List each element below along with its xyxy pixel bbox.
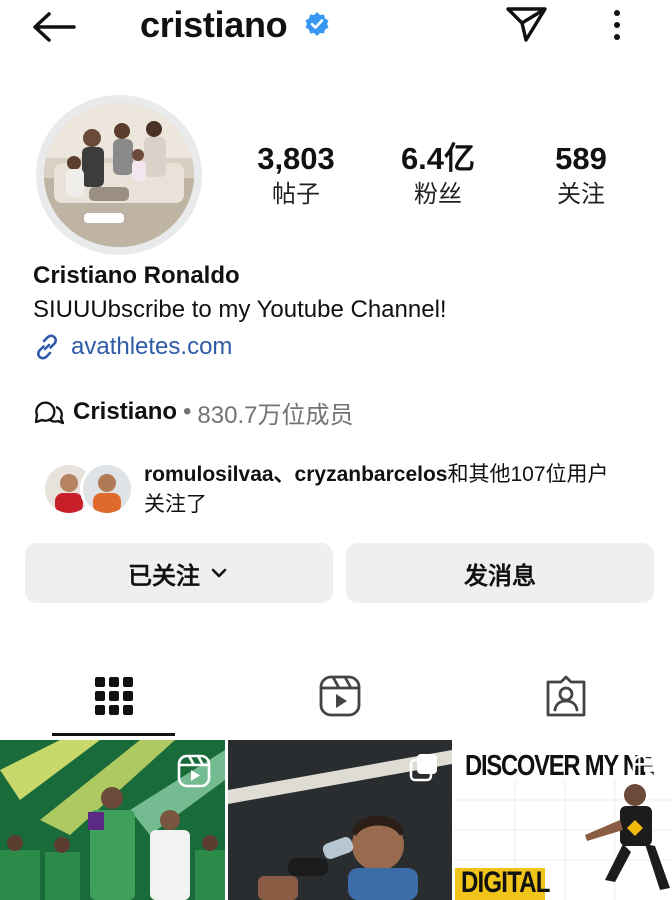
link-icon xyxy=(37,334,57,360)
carousel-badge-icon xyxy=(409,754,437,782)
followed-by-users: romulosilvaa、cryzanbarcelos xyxy=(144,463,448,486)
followed-by-line2: 关注了 xyxy=(144,493,207,516)
tab-posts[interactable] xyxy=(52,656,175,736)
stat-following[interactable]: 589 关注 xyxy=(511,140,651,212)
stat-posts-value: 3,803 xyxy=(257,141,335,176)
top-bar: cristiano xyxy=(0,0,672,60)
mutual-follower-avatars[interactable] xyxy=(42,462,134,516)
tab-reels[interactable] xyxy=(278,656,401,736)
stat-posts-label: 帖子 xyxy=(272,181,320,208)
profile-link[interactable]: avathletes.com xyxy=(33,330,232,364)
channel-name: Cristiano xyxy=(73,398,178,425)
message-button-label: 发消息 xyxy=(464,562,536,590)
tab-tagged[interactable] xyxy=(504,656,627,736)
send-message-icon[interactable] xyxy=(503,4,549,44)
stat-followers-label: 粉丝 xyxy=(414,181,462,208)
more-options-icon[interactable] xyxy=(606,8,628,42)
message-button[interactable]: 发消息 xyxy=(346,543,654,603)
stat-posts[interactable]: 3,803 帖子 xyxy=(226,140,366,212)
stat-following-value: 589 xyxy=(555,141,607,176)
post-caption-line2: DIGITAL xyxy=(461,866,550,899)
channel-members: 830.7万位成员 xyxy=(197,401,354,429)
following-button[interactable]: 已关注 xyxy=(25,543,333,603)
broadcast-channel[interactable]: Cristiano • 830.7万位成员 xyxy=(33,395,353,429)
reel-badge-icon xyxy=(632,754,664,786)
followed-by-rest: 和其他107位用户 xyxy=(447,463,609,486)
profile-full-name: Cristiano Ronaldo xyxy=(33,262,240,289)
reel-badge-icon xyxy=(177,754,211,788)
profile-link-text[interactable]: avathletes.com xyxy=(71,333,232,361)
reels-icon xyxy=(319,675,360,717)
channel-chat-icon xyxy=(34,401,65,425)
followed-by-text[interactable]: romulosilvaa、cryzanbarcelos和其他107位用户 关注了 xyxy=(144,460,654,520)
following-button-label: 已关注 xyxy=(128,562,200,590)
back-arrow-icon[interactable] xyxy=(30,10,78,44)
active-tab-indicator xyxy=(52,733,175,736)
tagged-icon xyxy=(546,675,585,717)
channel-separator: • xyxy=(183,398,192,425)
posts-grid: DISCOVER MY NE DIGITAL xyxy=(0,740,672,900)
post-tile[interactable] xyxy=(228,740,452,900)
verified-badge-icon xyxy=(305,12,329,36)
post-caption-line1: DISCOVER MY NE xyxy=(465,750,655,782)
post-tile[interactable]: DISCOVER MY NE DIGITAL xyxy=(455,740,672,900)
stat-followers-value: 6.4亿 xyxy=(400,141,476,176)
post-tile[interactable] xyxy=(0,740,225,900)
stat-followers[interactable]: 6.4亿 粉丝 xyxy=(368,140,508,212)
mutual-avatar xyxy=(80,462,134,516)
stat-following-label: 关注 xyxy=(557,181,605,208)
posts-grid-icon xyxy=(94,677,133,715)
chevron-down-icon xyxy=(211,568,227,578)
profile-handle: cristiano xyxy=(140,4,288,45)
profile-bio: SIUUUbscribe to my Youtube Channel! xyxy=(33,296,447,323)
avatar[interactable] xyxy=(44,103,194,247)
profile-tabs xyxy=(0,656,672,736)
avatar-family-photo xyxy=(44,103,194,247)
